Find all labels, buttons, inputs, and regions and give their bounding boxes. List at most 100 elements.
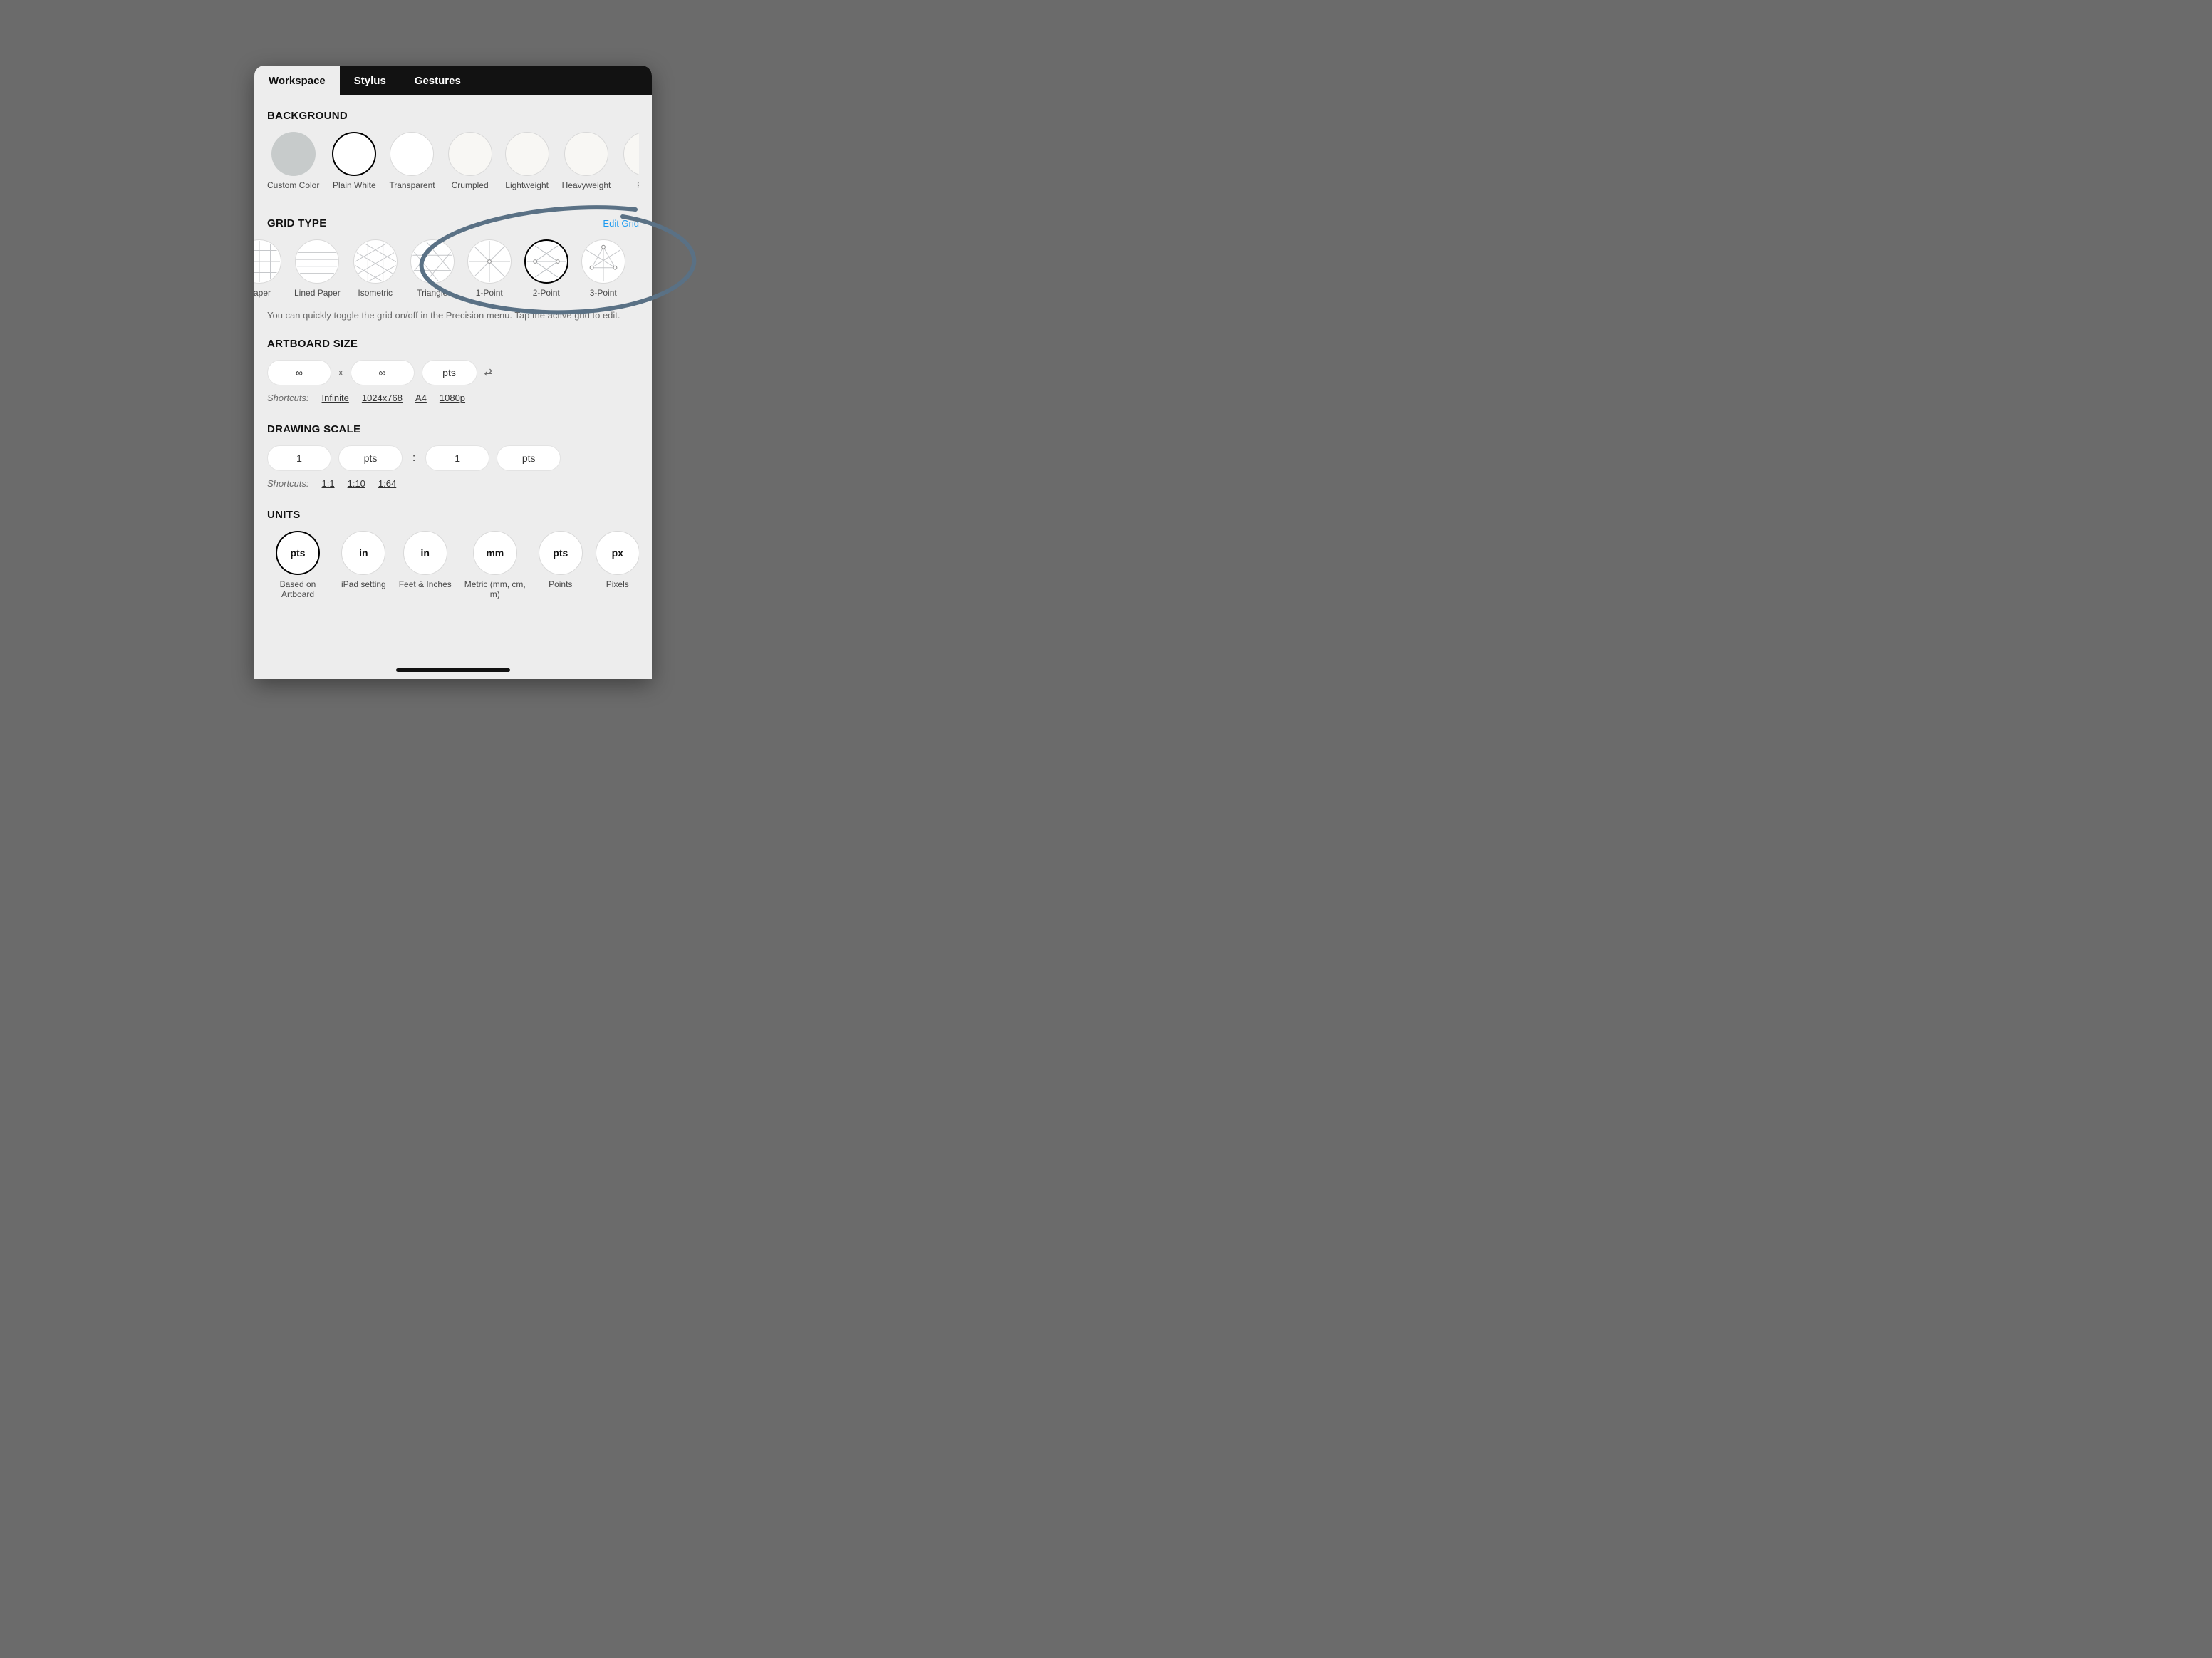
grid-triangle[interactable]: Triangle: [410, 239, 455, 298]
bg-swatch-white: [332, 132, 376, 176]
units-title: UNITS: [267, 509, 639, 521]
tab-stylus[interactable]: Stylus: [340, 66, 400, 95]
unit-label: Points: [549, 579, 572, 589]
home-indicator: [396, 668, 510, 672]
shortcut-1-64[interactable]: 1:64: [378, 478, 396, 489]
unit-swatch: mm: [473, 531, 517, 575]
unit-feet-inches[interactable]: in Feet & Inches: [399, 531, 452, 600]
grid-label: Lined Paper: [294, 288, 341, 298]
unit-swatch: px: [596, 531, 639, 575]
unit-artboard[interactable]: pts Based on Artboard: [267, 531, 328, 600]
grid-swatch: [467, 239, 512, 284]
panel-content: BACKGROUND Custom Color Plain White Tran…: [254, 95, 652, 679]
bg-label: Heavyweight: [562, 180, 611, 190]
bg-transparent[interactable]: Transparent: [389, 132, 435, 190]
bg-label: Plain White: [333, 180, 376, 190]
grid-swatch: [254, 239, 281, 284]
tab-bar: Workspace Stylus Gestures: [254, 66, 652, 95]
grid-label: 3-Point: [590, 288, 617, 298]
units-row: pts Based on Artboard in iPad setting in…: [267, 531, 639, 600]
bg-label: Ripp: [637, 180, 639, 190]
scale-b-value[interactable]: 1: [425, 445, 489, 471]
grid-title: GRID TYPE: [267, 217, 327, 229]
unit-swatch: in: [341, 531, 385, 575]
bg-swatch-custom: [271, 132, 316, 176]
scale-a-value[interactable]: 1: [267, 445, 331, 471]
artboard-unit-select[interactable]: pts: [422, 360, 477, 385]
scale-b-unit[interactable]: pts: [497, 445, 561, 471]
section-units: UNITS pts Based on Artboard in iPad sett…: [254, 509, 652, 600]
grid-label: Paper: [254, 288, 271, 298]
section-artboard: ARTBOARD SIZE: [254, 338, 652, 350]
edit-grid-link[interactable]: Edit Grid: [603, 218, 639, 229]
settings-panel: Workspace Stylus Gestures BACKGROUND Cus…: [254, 66, 652, 679]
grid-label: Isometric: [358, 288, 393, 298]
grid-swatch: [524, 239, 568, 284]
shortcut-infinite[interactable]: Infinite: [322, 393, 349, 403]
unit-ipad[interactable]: in iPad setting: [341, 531, 386, 600]
shortcut-1024x768[interactable]: 1024x768: [362, 393, 403, 403]
unit-swatch: pts: [276, 531, 320, 575]
grid-swatch: [353, 239, 398, 284]
grid-help-text: You can quickly toggle the grid on/off i…: [254, 306, 652, 338]
grid-label: Triangle: [417, 288, 447, 298]
artboard-height-input[interactable]: ∞: [351, 360, 415, 385]
scale-shortcuts: Shortcuts: 1:1 1:10 1:64: [254, 478, 652, 509]
bg-ripp[interactable]: Ripp: [623, 132, 639, 190]
bg-custom-color[interactable]: Custom Color: [267, 132, 319, 190]
unit-pixels[interactable]: px Pixels: [596, 531, 639, 600]
grid-paper[interactable]: Paper: [254, 239, 281, 298]
bg-plain-white[interactable]: Plain White: [332, 132, 376, 190]
artboard-inputs: ∞ x ∞ pts ⇄: [254, 360, 652, 385]
scale-inputs: 1 pts : 1 pts: [254, 445, 652, 471]
unit-points[interactable]: pts Points: [539, 531, 583, 600]
section-background: BACKGROUND Custom Color Plain White Tran…: [254, 110, 652, 190]
bg-heavyweight[interactable]: Heavyweight: [562, 132, 611, 190]
bg-swatch-ripp: [623, 132, 639, 176]
bg-swatch-crumpled: [448, 132, 492, 176]
bg-swatch-transparent: [390, 132, 434, 176]
section-grid-type: GRID TYPE Edit Grid Paper Lined Paper: [254, 217, 652, 298]
unit-label: Pixels: [606, 579, 629, 589]
unit-metric[interactable]: mm Metric (mm, cm, m): [464, 531, 526, 600]
scale-a-unit[interactable]: pts: [338, 445, 403, 471]
grid-label: 1-Point: [476, 288, 503, 298]
unit-swatch: pts: [539, 531, 583, 575]
bg-label: Custom Color: [267, 180, 319, 190]
bg-lightweight[interactable]: Lightweight: [505, 132, 549, 190]
unit-label: Based on Artboard: [267, 579, 328, 600]
background-row: Custom Color Plain White Transparent Cru…: [267, 132, 639, 190]
shortcut-a4[interactable]: A4: [415, 393, 427, 403]
bg-crumpled[interactable]: Crumpled: [448, 132, 492, 190]
grid-2point[interactable]: 2-Point: [524, 239, 568, 298]
background-title: BACKGROUND: [267, 110, 639, 122]
unit-label: Metric (mm, cm, m): [464, 579, 526, 600]
grid-swatch: [410, 239, 455, 284]
grid-3point[interactable]: 3-Point: [581, 239, 625, 298]
bg-swatch-heavyweight: [564, 132, 608, 176]
bg-label: Crumpled: [452, 180, 489, 190]
artboard-title: ARTBOARD SIZE: [267, 338, 639, 350]
grid-row: Paper Lined Paper Isometric: [254, 239, 639, 298]
shortcut-1-1[interactable]: 1:1: [322, 478, 335, 489]
grid-label: 2-Point: [533, 288, 560, 298]
bg-swatch-lightweight: [505, 132, 549, 176]
grid-isometric[interactable]: Isometric: [353, 239, 398, 298]
grid-1point[interactable]: 1-Point: [467, 239, 512, 298]
shortcut-1080p[interactable]: 1080p: [440, 393, 465, 403]
shortcuts-label: Shortcuts:: [267, 478, 309, 489]
artboard-shortcuts: Shortcuts: Infinite 1024x768 A4 1080p: [254, 393, 652, 423]
tab-workspace[interactable]: Workspace: [254, 66, 340, 95]
unit-swatch: in: [403, 531, 447, 575]
scale-title: DRAWING SCALE: [267, 423, 639, 435]
grid-lined[interactable]: Lined Paper: [294, 239, 341, 298]
bg-label: Lightweight: [505, 180, 549, 190]
artboard-x-sep: x: [338, 367, 343, 378]
unit-label: Feet & Inches: [399, 579, 452, 589]
tab-gestures[interactable]: Gestures: [400, 66, 475, 95]
grid-swatch: [581, 239, 625, 284]
unit-label: iPad setting: [341, 579, 386, 589]
artboard-width-input[interactable]: ∞: [267, 360, 331, 385]
shortcut-1-10[interactable]: 1:10: [348, 478, 365, 489]
swap-orientation-icon[interactable]: ⇄: [484, 366, 493, 378]
